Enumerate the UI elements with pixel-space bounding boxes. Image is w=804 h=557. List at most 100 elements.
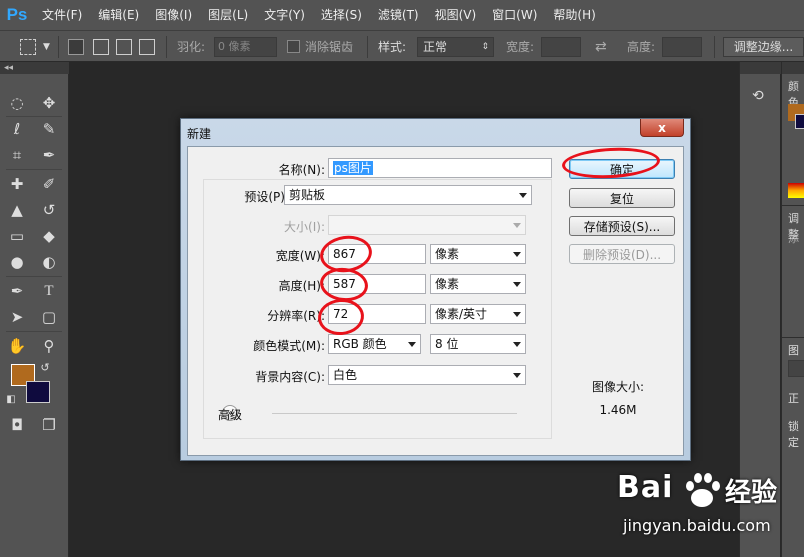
width-unit-select[interactable]: 像素 bbox=[430, 244, 526, 264]
resolution-unit-chevron-down-icon bbox=[513, 312, 521, 317]
height-label: 高度(H): bbox=[278, 279, 325, 293]
menu-type[interactable]: 文字(Y) bbox=[256, 0, 313, 30]
size-select[interactable] bbox=[328, 215, 526, 235]
name-value: ps图片 bbox=[333, 161, 373, 175]
intersect-selection-icon[interactable] bbox=[139, 39, 155, 55]
eyedropper-icon[interactable]: ✒ bbox=[38, 144, 60, 166]
type-icon[interactable]: T bbox=[38, 280, 60, 302]
style-value: 正常 bbox=[423, 40, 448, 54]
brush-icon[interactable]: ✐ bbox=[38, 173, 60, 195]
history-brush-icon[interactable]: ↺ bbox=[38, 199, 60, 221]
zoom-icon[interactable]: ⚲ bbox=[38, 335, 60, 357]
marquee-tool-icon[interactable] bbox=[20, 39, 36, 55]
color-mode-chevron-down-icon bbox=[408, 342, 416, 347]
quick-select-icon[interactable]: ✎ bbox=[38, 118, 60, 140]
bit-depth-select[interactable]: 8 位 bbox=[430, 334, 526, 354]
background-chevron-down-icon bbox=[513, 373, 521, 378]
new-selection-icon[interactable] bbox=[68, 39, 84, 55]
shape-icon[interactable]: ▢ bbox=[38, 306, 60, 328]
refine-edge-button[interactable]: 调整边缘... bbox=[723, 37, 804, 57]
marquee-icon[interactable]: ◌ bbox=[6, 92, 28, 114]
swap-dimensions-icon[interactable]: ⇄ bbox=[595, 31, 607, 62]
paint-bucket-icon[interactable]: ◆ bbox=[38, 225, 60, 247]
style-chevron-icon: ⇕ bbox=[481, 42, 489, 52]
menu-help[interactable]: 帮助(H) bbox=[545, 0, 603, 30]
path-select-icon[interactable]: ➤ bbox=[6, 306, 28, 328]
reset-button[interactable]: 复位 bbox=[569, 188, 675, 208]
blur-icon[interactable]: ● bbox=[6, 251, 28, 273]
menu-select[interactable]: 选择(S) bbox=[313, 0, 370, 30]
menu-edit[interactable]: 编辑(E) bbox=[90, 0, 147, 30]
watermark-url: jingyan.baidu.com bbox=[623, 516, 771, 535]
clone-stamp-icon[interactable]: ▲ bbox=[6, 199, 28, 221]
baidu-watermark: Bai 经验 jingyan.baidu.com bbox=[617, 468, 802, 548]
baidu-paw-icon bbox=[686, 473, 720, 507]
add-selection-icon[interactable] bbox=[93, 39, 109, 55]
resolution-unit-select[interactable]: 像素/英寸 bbox=[430, 304, 526, 324]
height-unit-chevron-down-icon bbox=[513, 282, 521, 287]
background-color-swatch[interactable] bbox=[26, 381, 50, 403]
menu-bar: Ps 文件(F) 编辑(E) 图像(I) 图层(L) 文字(Y) 选择(S) 滤… bbox=[0, 0, 804, 30]
style-label: 样式: bbox=[378, 40, 407, 54]
preset-label: 预设(P): bbox=[244, 190, 289, 204]
color-mode-select[interactable]: RGB 颜色 bbox=[328, 334, 421, 354]
hand-icon[interactable]: ✋ bbox=[6, 335, 28, 357]
name-label: 名称(N): bbox=[278, 163, 325, 177]
style-select[interactable]: 正常 ⇕ bbox=[417, 37, 494, 57]
antialias-checkbox[interactable] bbox=[287, 40, 300, 53]
subtract-selection-icon[interactable] bbox=[116, 39, 132, 55]
width-label: 宽度(W): bbox=[275, 249, 325, 263]
tool-preset-arrow-icon[interactable]: ▼ bbox=[43, 31, 50, 62]
height-unit-select[interactable]: 像素 bbox=[430, 274, 526, 294]
lasso-icon[interactable]: ℓ bbox=[6, 118, 28, 140]
tools-panel: ◌ ✥ ℓ ✎ ⌗ ✒ ✚ ✐ ▲ ↺ ▭ ◆ ● ◐ ✒ T ➤ ▢ ✋ ⚲ … bbox=[0, 74, 69, 557]
crop-icon[interactable]: ⌗ bbox=[6, 144, 28, 166]
menu-filter[interactable]: 滤镜(T) bbox=[370, 0, 427, 30]
feather-input[interactable]: 0 像素 bbox=[214, 37, 277, 57]
menu-file[interactable]: 文件(F) bbox=[34, 0, 90, 30]
image-size-value: 1.46M bbox=[599, 403, 637, 417]
menu-image[interactable]: 图像(I) bbox=[147, 0, 200, 30]
height-unit-value: 像素 bbox=[435, 277, 460, 291]
dialog-body: 名称(N): ps图片 预设(P): 剪贴板 大小(I): 宽度(W): 867… bbox=[187, 146, 684, 456]
bit-depth-value: 8 位 bbox=[435, 337, 459, 351]
history-panel-icon[interactable]: ⟲ bbox=[752, 88, 764, 104]
healing-brush-icon[interactable]: ✚ bbox=[6, 173, 28, 195]
preset-select[interactable]: 剪贴板 bbox=[284, 185, 532, 205]
swap-colors-icon[interactable]: ↺ bbox=[38, 360, 52, 374]
background-select[interactable]: 白色 bbox=[328, 365, 526, 385]
default-colors-icon[interactable]: ◧ bbox=[4, 392, 18, 406]
feather-label: 羽化: bbox=[177, 40, 206, 54]
pen-icon[interactable]: ✒ bbox=[6, 280, 28, 302]
dialog-title: 新建 bbox=[187, 127, 212, 141]
color-spectrum[interactable] bbox=[788, 183, 804, 198]
height-label: 高度: bbox=[627, 40, 656, 54]
screen-mode-icon[interactable]: ❐ bbox=[38, 414, 60, 436]
quick-mask-icon[interactable]: ◘ bbox=[6, 414, 28, 436]
width-input[interactable] bbox=[541, 37, 581, 57]
menu-window[interactable]: 窗口(W) bbox=[484, 0, 545, 30]
eraser-icon[interactable]: ▭ bbox=[6, 225, 28, 247]
menu-layer[interactable]: 图层(L) bbox=[200, 0, 256, 30]
image-size-label: 图像大小: bbox=[591, 380, 645, 394]
background-value: 白色 bbox=[333, 368, 358, 382]
layer-filter-select[interactable] bbox=[788, 360, 804, 377]
background-label: 背景内容(C): bbox=[255, 370, 325, 384]
color-mode-value: RGB 颜色 bbox=[333, 337, 387, 351]
size-chevron-down-icon bbox=[513, 223, 521, 228]
lock-label: 锁定 bbox=[788, 420, 799, 449]
menu-view[interactable]: 视图(V) bbox=[427, 0, 485, 30]
delete-preset-button[interactable]: 删除预设(D)... bbox=[569, 244, 675, 264]
name-input[interactable]: ps图片 bbox=[328, 158, 552, 178]
baidu-jingyan-text: 经验 bbox=[725, 478, 778, 508]
tools-collapse-bar[interactable]: ◂◂ bbox=[0, 62, 69, 74]
panel-background-swatch[interactable] bbox=[795, 114, 804, 129]
add-adjustment-label: 添 bbox=[788, 232, 799, 245]
size-label: 大小(I): bbox=[284, 220, 325, 234]
blend-mode-select[interactable]: 正 bbox=[788, 390, 799, 406]
dodge-icon[interactable]: ◐ bbox=[38, 251, 60, 273]
save-preset-button[interactable]: 存储预设(S)... bbox=[569, 216, 675, 236]
close-button[interactable]: x bbox=[640, 119, 684, 137]
height-input[interactable] bbox=[662, 37, 702, 57]
move-icon[interactable]: ✥ bbox=[38, 92, 60, 114]
